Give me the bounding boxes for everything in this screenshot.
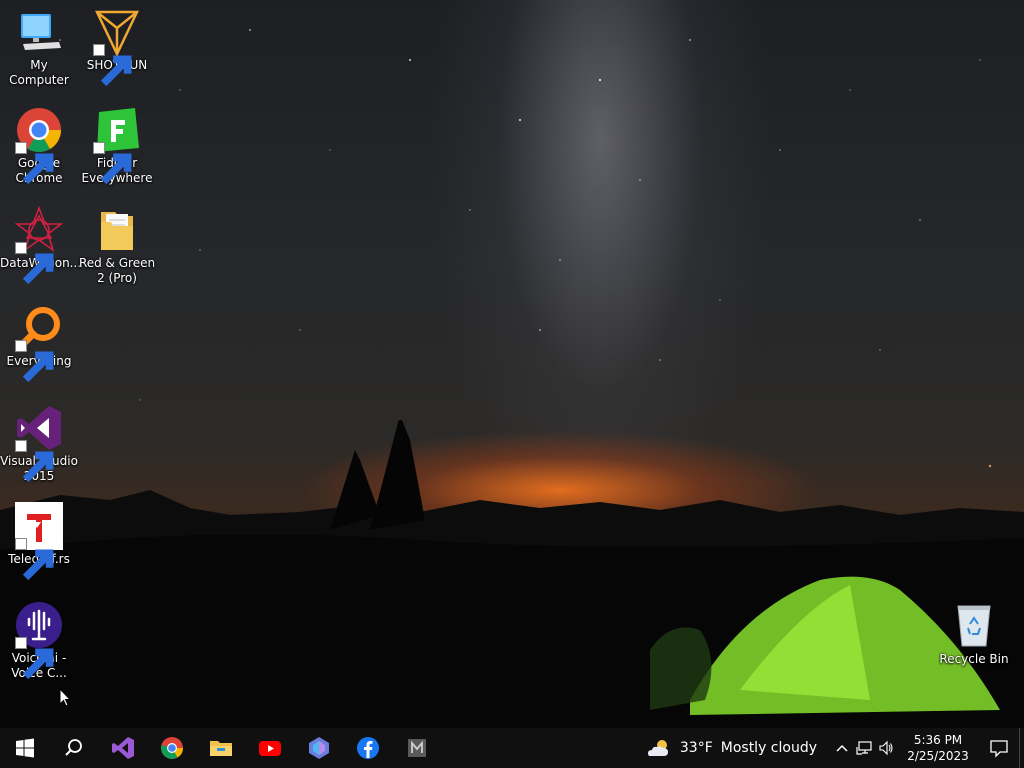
app-icon bbox=[308, 737, 329, 759]
volume-icon bbox=[879, 740, 893, 756]
visual-studio-icon bbox=[15, 404, 63, 483]
desktop-icon-shotgun[interactable]: SHOTGUN bbox=[78, 8, 156, 87]
clock[interactable]: 5:36 PM 2/25/2023 bbox=[903, 732, 973, 764]
taskbar-chrome[interactable] bbox=[147, 728, 196, 768]
icon-label: Recycle Bin bbox=[939, 652, 1009, 666]
shortcut-arrow-icon bbox=[15, 340, 54, 383]
taskbar-visual-studio[interactable] bbox=[98, 728, 147, 768]
desktop-icon-google-chrome[interactable]: Google Chrome bbox=[0, 106, 78, 186]
chevron-up-icon bbox=[836, 744, 848, 752]
desktop-icon-my-computer[interactable]: My Computer bbox=[0, 8, 78, 88]
shortcut-arrow-icon bbox=[15, 142, 54, 185]
notification-icon bbox=[990, 740, 1008, 758]
telegraf-icon bbox=[15, 502, 63, 581]
youtube-icon bbox=[258, 741, 281, 756]
start-button[interactable] bbox=[0, 728, 49, 768]
network-icon bbox=[856, 741, 872, 755]
recycle-bin-icon bbox=[950, 602, 998, 650]
desktop[interactable]: My Computer Google Chrome DataWagon... E… bbox=[0, 0, 1024, 728]
fiddler-icon bbox=[93, 106, 141, 185]
taskbar-m-app[interactable] bbox=[392, 728, 441, 768]
icon-label: Red & Green 2 (Pro) bbox=[78, 256, 156, 285]
taskbar-app[interactable] bbox=[294, 728, 343, 768]
system-tray: 33°F Mostly cloudy 5:36 PM 2/25/2023 bbox=[646, 728, 1024, 768]
everything-search-icon bbox=[15, 304, 63, 383]
desktop-icon-datawagon[interactable]: DataWagon... bbox=[0, 206, 81, 285]
computer-icon bbox=[15, 8, 63, 56]
taskbar-youtube[interactable] bbox=[245, 728, 294, 768]
shortcut-arrow-icon bbox=[15, 538, 54, 581]
weather-condition: Mostly cloudy bbox=[720, 740, 817, 756]
start-icon bbox=[15, 738, 34, 758]
show-hidden-icons-button[interactable] bbox=[831, 728, 853, 768]
icon-label: My Computer bbox=[9, 58, 69, 87]
desktop-icon-everything[interactable]: Everything bbox=[0, 304, 78, 383]
action-center-button[interactable] bbox=[979, 728, 1019, 768]
m-app-icon bbox=[407, 739, 426, 757]
taskbar: 33°F Mostly cloudy 5:36 PM 2/25/2023 bbox=[0, 728, 1024, 768]
clock-date: 2/25/2023 bbox=[907, 749, 969, 763]
facebook-icon bbox=[356, 737, 379, 759]
weather-widget[interactable]: 33°F Mostly cloudy bbox=[646, 736, 817, 760]
search-icon bbox=[64, 739, 82, 756]
datawagon-icon bbox=[15, 206, 63, 285]
file-explorer-icon bbox=[209, 741, 232, 756]
weather-temperature: 33°F bbox=[679, 740, 713, 756]
shortcut-arrow-icon bbox=[15, 637, 54, 680]
taskbar-facebook[interactable] bbox=[343, 728, 392, 768]
chrome-icon bbox=[160, 737, 183, 759]
chrome-icon bbox=[15, 106, 63, 185]
taskbar-file-explorer[interactable] bbox=[196, 728, 245, 768]
visual-studio-icon bbox=[111, 737, 134, 759]
clock-time: 5:36 PM bbox=[913, 733, 963, 747]
shortcut-arrow-icon bbox=[93, 44, 132, 87]
cloudy-weather-icon bbox=[647, 740, 668, 756]
shortcut-arrow-icon bbox=[93, 142, 132, 185]
search-button[interactable] bbox=[49, 728, 98, 768]
desktop-icon-visual-studio-2015[interactable]: Visual Studio 2015 bbox=[0, 404, 78, 484]
mouse-cursor-icon bbox=[59, 688, 71, 707]
network-button[interactable] bbox=[853, 728, 875, 768]
show-desktop-button[interactable] bbox=[1019, 728, 1024, 768]
folder-icon bbox=[93, 206, 141, 254]
shortcut-arrow-icon bbox=[15, 242, 54, 285]
desktop-icon-recycle-bin[interactable]: Recycle Bin bbox=[935, 602, 1013, 667]
shortcut-arrow-icon bbox=[15, 440, 54, 483]
desktop-icon-red-green-2-pro[interactable]: Red & Green 2 (Pro) bbox=[78, 206, 156, 286]
volume-button[interactable] bbox=[875, 728, 897, 768]
shotgun-icon bbox=[93, 8, 141, 87]
voiceai-icon bbox=[15, 601, 63, 680]
mountain-landscape bbox=[0, 420, 1024, 728]
desktop-icon-voice-ai[interactable]: Voice.ai - Voice C... bbox=[0, 601, 78, 681]
desktop-icon-telegraf[interactable]: Telegraf.rs bbox=[0, 502, 78, 581]
desktop-icon-fiddler-everywhere[interactable]: Fiddler Everywhere bbox=[78, 106, 156, 186]
